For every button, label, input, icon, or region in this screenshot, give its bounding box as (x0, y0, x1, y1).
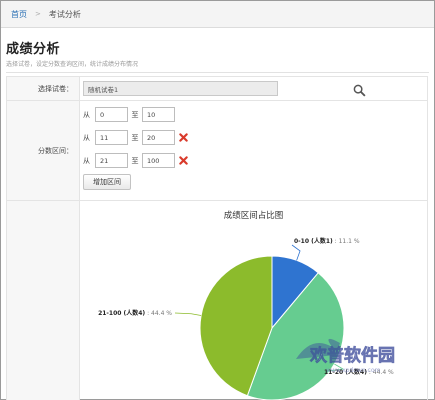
breadcrumb-separator: > (35, 10, 41, 18)
title-divider (6, 72, 429, 73)
svg-text:欢普软件园: 欢普软件园 (309, 345, 395, 366)
range-from-input[interactable]: 21 (95, 153, 128, 168)
range-item-3: 从 21 至 100 (83, 151, 424, 170)
paper-label: 选择试卷： (7, 77, 80, 100)
paper-select-input[interactable]: 随机试卷1 (83, 81, 278, 96)
breadcrumb-current: 考试分析 (48, 9, 81, 19)
range-item-2: 从 11 至 20 (83, 128, 424, 147)
page-title: 成绩分析 (6, 42, 61, 57)
paper-row: 选择试卷： 随机试卷1 (7, 77, 427, 101)
range-to-input[interactable]: 100 (142, 153, 175, 168)
to-label: 至 (131, 133, 139, 142)
range-to-input[interactable]: 20 (142, 130, 175, 145)
from-label: 从 (83, 110, 90, 119)
to-label: 至 (131, 156, 139, 165)
range-to-input[interactable]: 10 (142, 107, 175, 122)
range-field-cell: 从 0 至 10 从 11 至 20 从 21 至 100 增加区间 (80, 101, 427, 200)
search-icon[interactable] (353, 84, 366, 97)
breadcrumb: 首页 > 考试分析 (1, 1, 434, 28)
to-label: 至 (131, 110, 139, 119)
chart-label-cell (7, 201, 80, 400)
pie-slice-label: 0-10 (人数1) : 11.1 % (294, 237, 360, 245)
from-label: 从 (83, 133, 90, 142)
range-row: 分数区间： 从 0 至 10 从 11 至 20 从 21 至 100 增加区间 (7, 101, 427, 201)
pie-leader-line (174, 312, 202, 316)
breadcrumb-home-link[interactable]: 首页 (11, 9, 27, 20)
range-item-1: 从 0 至 10 (83, 105, 424, 124)
from-label: 从 (83, 156, 90, 165)
range-from-input[interactable]: 0 (95, 107, 128, 122)
range-label: 分数区间： (7, 101, 80, 200)
page-description: 选择试卷，设定分数查询区间，统计成绩分布情况 (6, 61, 139, 68)
range-from-input[interactable]: 11 (95, 130, 128, 145)
watermark-logo: 欢普软件园 www.xpdown.com (296, 338, 395, 374)
add-range-button[interactable]: 增加区间 (83, 174, 131, 190)
remove-range-icon[interactable] (179, 156, 188, 165)
pie-leader-line (291, 244, 301, 261)
paper-field-cell: 随机试卷1 (80, 77, 427, 100)
svg-text:www.xpdown.com: www.xpdown.com (326, 367, 381, 374)
pie-slice-label: 21-100 (人数4) : 44.4 % (98, 309, 172, 317)
remove-range-icon[interactable] (179, 133, 188, 142)
